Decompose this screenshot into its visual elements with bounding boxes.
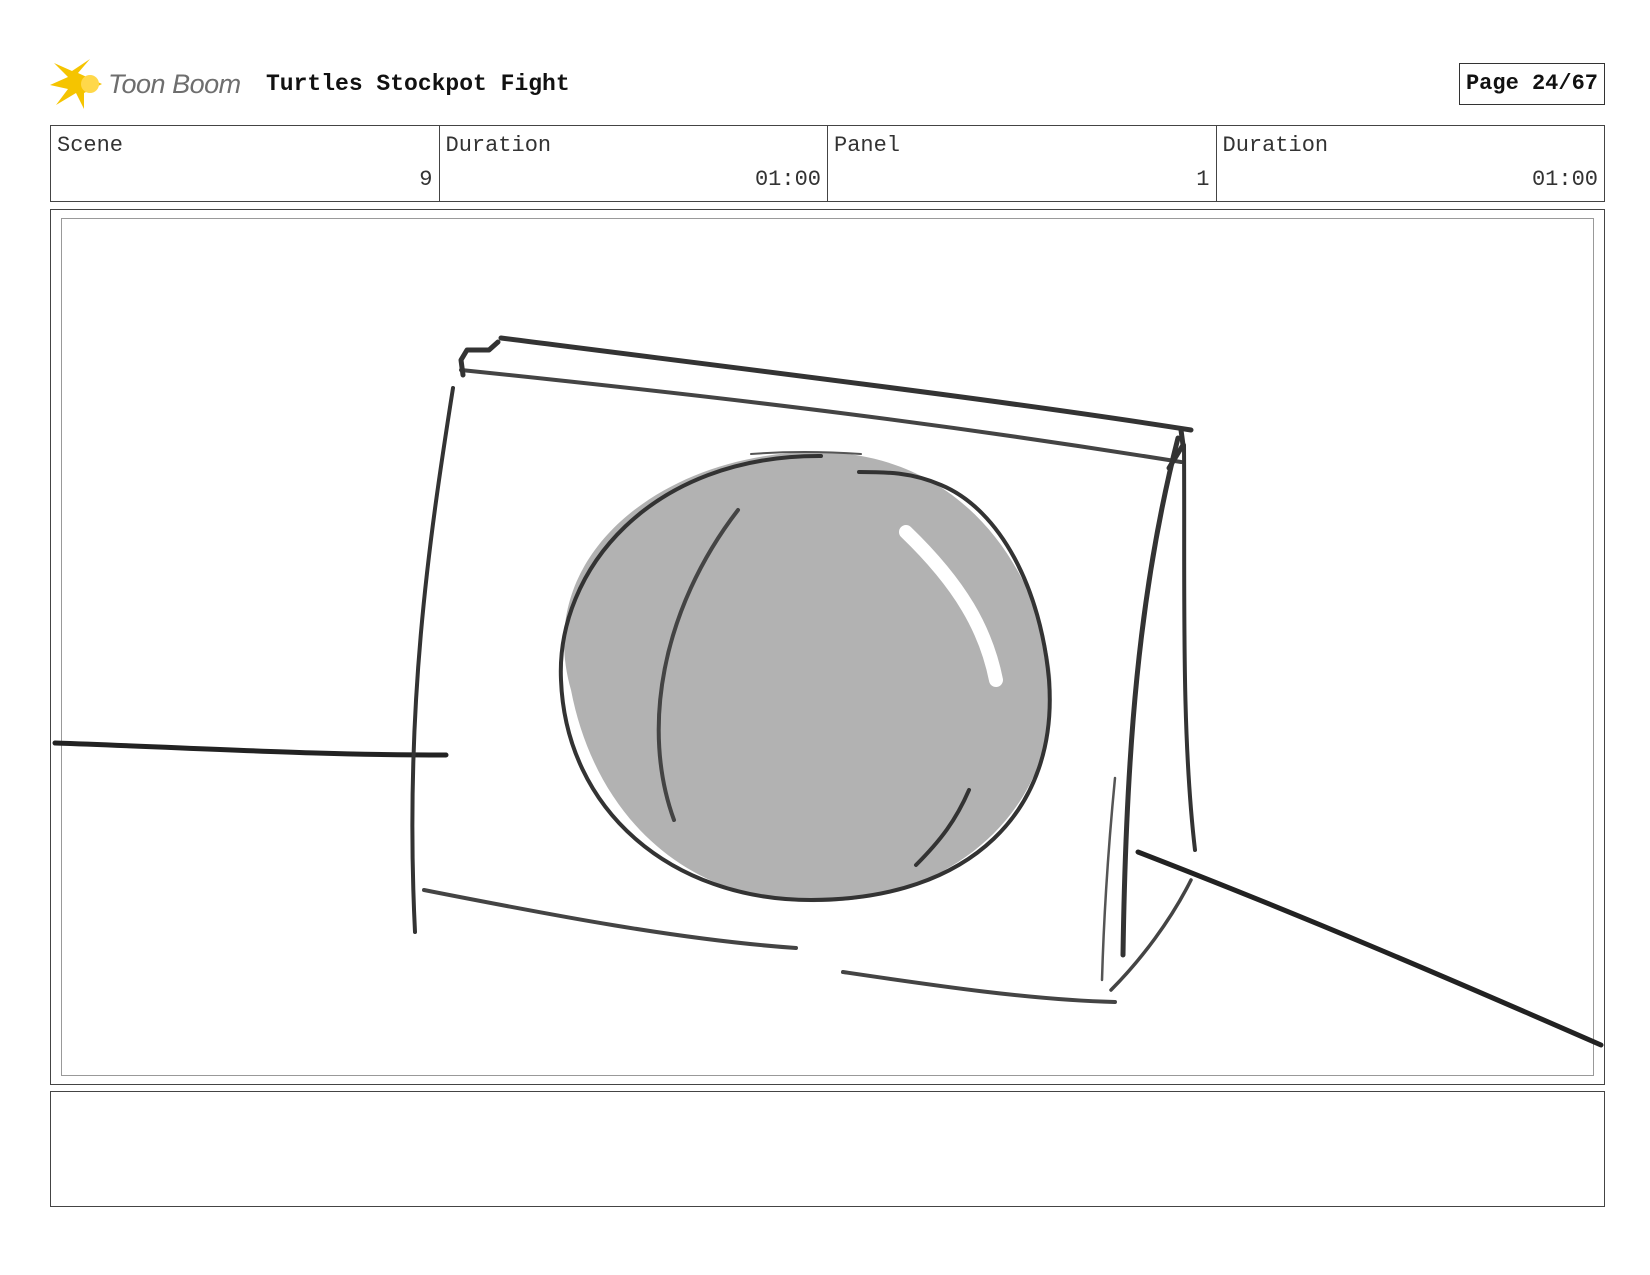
project-title: Turtles Stockpot Fight bbox=[266, 71, 570, 97]
starburst-icon bbox=[50, 59, 102, 109]
panel-info-row: Scene 9 Duration 01:00 Panel 1 Duration … bbox=[50, 125, 1605, 202]
scene-value: 9 bbox=[419, 167, 433, 192]
scene-duration-label: Duration bbox=[445, 133, 552, 158]
panel-duration-value: 01:00 bbox=[1531, 167, 1598, 192]
scene-duration-value: 01:00 bbox=[754, 167, 821, 192]
panel-duration-label: Duration bbox=[1222, 133, 1329, 158]
panel-duration-cell: Duration 01:00 bbox=[1217, 126, 1605, 201]
scene-cell: Scene 9 bbox=[51, 126, 440, 201]
panel-value: 1 bbox=[1196, 167, 1210, 192]
scene-label: Scene bbox=[57, 133, 124, 158]
panel-label: Panel bbox=[834, 133, 901, 158]
logo-text: Toon Boom bbox=[108, 69, 241, 99]
page-number: Page 24/67 bbox=[1458, 63, 1605, 105]
storyboard-sketch bbox=[52, 335, 1604, 1048]
panel-frame bbox=[50, 209, 1605, 1085]
panel-notes-area[interactable] bbox=[50, 1091, 1605, 1207]
storyboard-header: Toon Boom Turtles Stockpot Fight Page 24… bbox=[50, 55, 1605, 110]
panel-cell: Panel 1 bbox=[828, 126, 1217, 201]
toon-boom-logo: Toon Boom bbox=[50, 59, 250, 109]
scene-duration-cell: Duration 01:00 bbox=[440, 126, 828, 201]
